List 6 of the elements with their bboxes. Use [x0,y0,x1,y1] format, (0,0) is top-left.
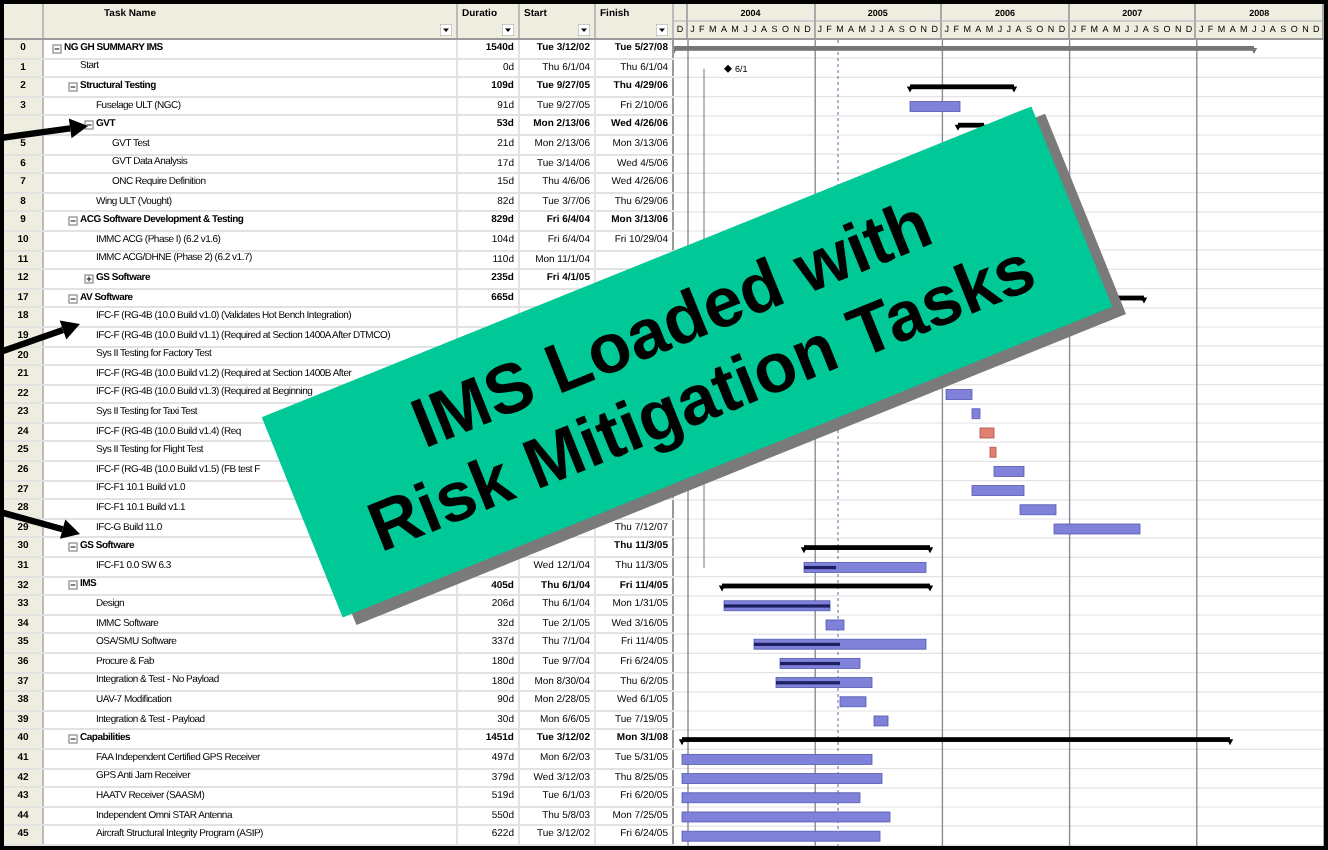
collapse-icon[interactable] [84,120,94,131]
dropdown-arrow-icon[interactable] [578,24,590,36]
dropdown-arrow-icon[interactable] [440,24,452,36]
dropdown-arrow-icon[interactable] [656,24,668,36]
dropdown-arrow-icon[interactable] [502,24,514,36]
expand-icon[interactable] [84,273,94,284]
